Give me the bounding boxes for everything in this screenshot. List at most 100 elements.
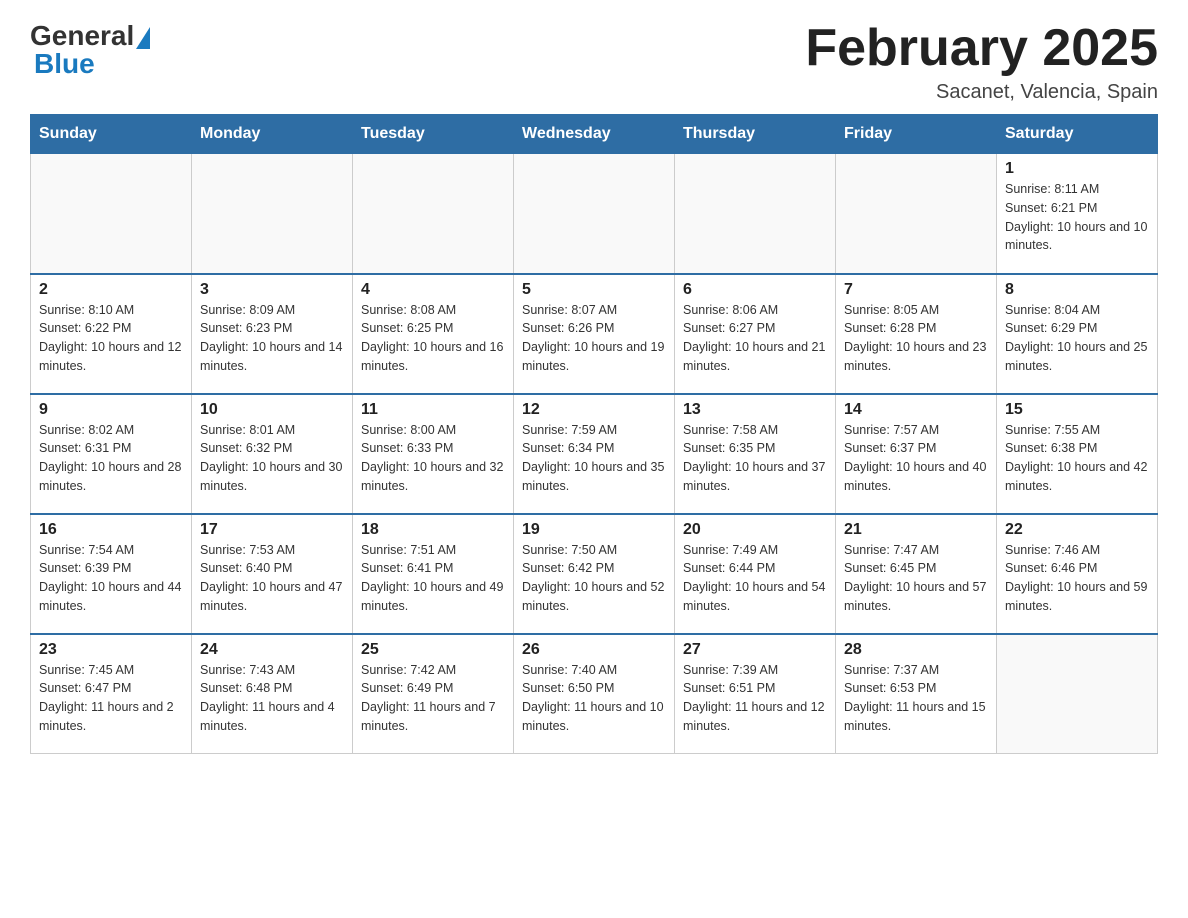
day-number: 22 — [1005, 521, 1149, 539]
day-number: 21 — [844, 521, 988, 539]
calendar-week-3: 9 Sunrise: 8:02 AMSunset: 6:31 PMDaylight… — [31, 394, 1158, 514]
calendar-cell: 15 Sunrise: 7:55 AMSunset: 6:38 PMDayligh… — [997, 394, 1158, 514]
calendar-cell: 6 Sunrise: 8:06 AMSunset: 6:27 PMDaylight… — [675, 274, 836, 394]
calendar-cell — [31, 154, 192, 274]
day-number: 12 — [522, 401, 666, 419]
day-info: Sunrise: 7:45 AMSunset: 6:47 PMDaylight:… — [39, 661, 183, 736]
day-number: 23 — [39, 641, 183, 659]
day-info: Sunrise: 7:47 AMSunset: 6:45 PMDaylight:… — [844, 541, 988, 616]
day-number: 3 — [200, 281, 344, 299]
calendar-cell: 5 Sunrise: 8:07 AMSunset: 6:26 PMDaylight… — [514, 274, 675, 394]
day-info: Sunrise: 7:58 AMSunset: 6:35 PMDaylight:… — [683, 421, 827, 496]
calendar-cell: 21 Sunrise: 7:47 AMSunset: 6:45 PMDayligh… — [836, 514, 997, 634]
day-number: 24 — [200, 641, 344, 659]
calendar-cell: 26Sunrise: 7:40 AMSunset: 6:50 PMDayligh… — [514, 634, 675, 754]
day-info: Sunrise: 7:43 AMSunset: 6:48 PMDaylight:… — [200, 661, 344, 736]
calendar-cell: 13 Sunrise: 7:58 AMSunset: 6:35 PMDayligh… — [675, 394, 836, 514]
weekday-header-row: SundayMondayTuesdayWednesdayThursdayFrid… — [31, 115, 1158, 154]
day-number: 13 — [683, 401, 827, 419]
day-info: Sunrise: 8:02 AMSunset: 6:31 PMDaylight:… — [39, 421, 183, 496]
day-info: Sunrise: 7:55 AMSunset: 6:38 PMDaylight:… — [1005, 421, 1149, 496]
calendar-cell: 11 Sunrise: 8:00 AMSunset: 6:33 PMDayligh… — [353, 394, 514, 514]
calendar-cell: 4 Sunrise: 8:08 AMSunset: 6:25 PMDaylight… — [353, 274, 514, 394]
day-info: Sunrise: 7:39 AMSunset: 6:51 PMDaylight:… — [683, 661, 827, 736]
day-info: Sunrise: 7:59 AMSunset: 6:34 PMDaylight:… — [522, 421, 666, 496]
weekday-header-thursday: Thursday — [675, 115, 836, 154]
day-info: Sunrise: 8:05 AMSunset: 6:28 PMDaylight:… — [844, 301, 988, 376]
day-info: Sunrise: 7:40 AMSunset: 6:50 PMDaylight:… — [522, 661, 666, 736]
day-info: Sunrise: 8:04 AMSunset: 6:29 PMDaylight:… — [1005, 301, 1149, 376]
calendar-week-4: 16 Sunrise: 7:54 AMSunset: 6:39 PMDayligh… — [31, 514, 1158, 634]
day-info: Sunrise: 7:50 AMSunset: 6:42 PMDaylight:… — [522, 541, 666, 616]
day-number: 10 — [200, 401, 344, 419]
calendar-table: SundayMondayTuesdayWednesdayThursdayFrid… — [30, 114, 1158, 754]
calendar-cell — [997, 634, 1158, 754]
day-info: Sunrise: 7:51 AMSunset: 6:41 PMDaylight:… — [361, 541, 505, 616]
calendar-cell — [192, 154, 353, 274]
day-number: 11 — [361, 401, 505, 419]
weekday-header-tuesday: Tuesday — [353, 115, 514, 154]
logo-blue-text: Blue — [30, 48, 95, 80]
day-number: 2 — [39, 281, 183, 299]
calendar-cell: 9 Sunrise: 8:02 AMSunset: 6:31 PMDaylight… — [31, 394, 192, 514]
day-info: Sunrise: 8:07 AMSunset: 6:26 PMDaylight:… — [522, 301, 666, 376]
day-number: 16 — [39, 521, 183, 539]
calendar-cell — [836, 154, 997, 274]
day-info: Sunrise: 7:54 AMSunset: 6:39 PMDaylight:… — [39, 541, 183, 616]
day-info: Sunrise: 7:46 AMSunset: 6:46 PMDaylight:… — [1005, 541, 1149, 616]
day-number: 20 — [683, 521, 827, 539]
calendar-cell — [514, 154, 675, 274]
day-info: Sunrise: 8:11 AMSunset: 6:21 PMDaylight:… — [1005, 180, 1149, 255]
calendar-body: 1Sunrise: 8:11 AMSunset: 6:21 PMDaylight… — [31, 154, 1158, 754]
day-number: 15 — [1005, 401, 1149, 419]
location-label: Sacanet, Valencia, Spain — [805, 81, 1158, 104]
calendar-cell: 14Sunrise: 7:57 AMSunset: 6:37 PMDayligh… — [836, 394, 997, 514]
calendar-cell: 19 Sunrise: 7:50 AMSunset: 6:42 PMDayligh… — [514, 514, 675, 634]
day-number: 14 — [844, 401, 988, 419]
day-number: 27 — [683, 641, 827, 659]
title-area: February 2025 Sacanet, Valencia, Spain — [805, 20, 1158, 104]
day-number: 28 — [844, 641, 988, 659]
calendar-cell: 20 Sunrise: 7:49 AMSunset: 6:44 PMDayligh… — [675, 514, 836, 634]
day-number: 5 — [522, 281, 666, 299]
day-number: 25 — [361, 641, 505, 659]
weekday-header-monday: Monday — [192, 115, 353, 154]
calendar-header: SundayMondayTuesdayWednesdayThursdayFrid… — [31, 115, 1158, 154]
day-info: Sunrise: 8:09 AMSunset: 6:23 PMDaylight:… — [200, 301, 344, 376]
weekday-header-wednesday: Wednesday — [514, 115, 675, 154]
weekday-header-friday: Friday — [836, 115, 997, 154]
day-info: Sunrise: 8:06 AMSunset: 6:27 PMDaylight:… — [683, 301, 827, 376]
day-number: 8 — [1005, 281, 1149, 299]
calendar-cell: 27 Sunrise: 7:39 AMSunset: 6:51 PMDayligh… — [675, 634, 836, 754]
day-number: 4 — [361, 281, 505, 299]
logo-triangle-icon — [136, 27, 150, 49]
calendar-cell: 12 Sunrise: 7:59 AMSunset: 6:34 PMDayligh… — [514, 394, 675, 514]
day-info: Sunrise: 7:49 AMSunset: 6:44 PMDaylight:… — [683, 541, 827, 616]
calendar-cell: 24 Sunrise: 7:43 AMSunset: 6:48 PMDayligh… — [192, 634, 353, 754]
day-info: Sunrise: 8:01 AMSunset: 6:32 PMDaylight:… — [200, 421, 344, 496]
calendar-cell: 17Sunrise: 7:53 AMSunset: 6:40 PMDayligh… — [192, 514, 353, 634]
month-title: February 2025 — [805, 20, 1158, 77]
weekday-header-saturday: Saturday — [997, 115, 1158, 154]
calendar-cell: 7 Sunrise: 8:05 AMSunset: 6:28 PMDaylight… — [836, 274, 997, 394]
calendar-cell — [353, 154, 514, 274]
calendar-cell: 18Sunrise: 7:51 AMSunset: 6:41 PMDayligh… — [353, 514, 514, 634]
day-number: 19 — [522, 521, 666, 539]
page-header: General Blue February 2025 Sacanet, Vale… — [30, 20, 1158, 104]
day-number: 6 — [683, 281, 827, 299]
calendar-week-1: 1Sunrise: 8:11 AMSunset: 6:21 PMDaylight… — [31, 154, 1158, 274]
day-info: Sunrise: 7:37 AMSunset: 6:53 PMDaylight:… — [844, 661, 988, 736]
day-number: 9 — [39, 401, 183, 419]
calendar-cell: 22 Sunrise: 7:46 AMSunset: 6:46 PMDayligh… — [997, 514, 1158, 634]
logo: General Blue — [30, 20, 150, 80]
weekday-header-sunday: Sunday — [31, 115, 192, 154]
day-info: Sunrise: 8:10 AMSunset: 6:22 PMDaylight:… — [39, 301, 183, 376]
calendar-cell: 8 Sunrise: 8:04 AMSunset: 6:29 PMDaylight… — [997, 274, 1158, 394]
calendar-cell: 3 Sunrise: 8:09 AMSunset: 6:23 PMDaylight… — [192, 274, 353, 394]
calendar-cell: 1Sunrise: 8:11 AMSunset: 6:21 PMDaylight… — [997, 154, 1158, 274]
calendar-cell: 16 Sunrise: 7:54 AMSunset: 6:39 PMDayligh… — [31, 514, 192, 634]
day-info: Sunrise: 8:00 AMSunset: 6:33 PMDaylight:… — [361, 421, 505, 496]
day-info: Sunrise: 8:08 AMSunset: 6:25 PMDaylight:… — [361, 301, 505, 376]
calendar-week-5: 23 Sunrise: 7:45 AMSunset: 6:47 PMDayligh… — [31, 634, 1158, 754]
day-number: 7 — [844, 281, 988, 299]
